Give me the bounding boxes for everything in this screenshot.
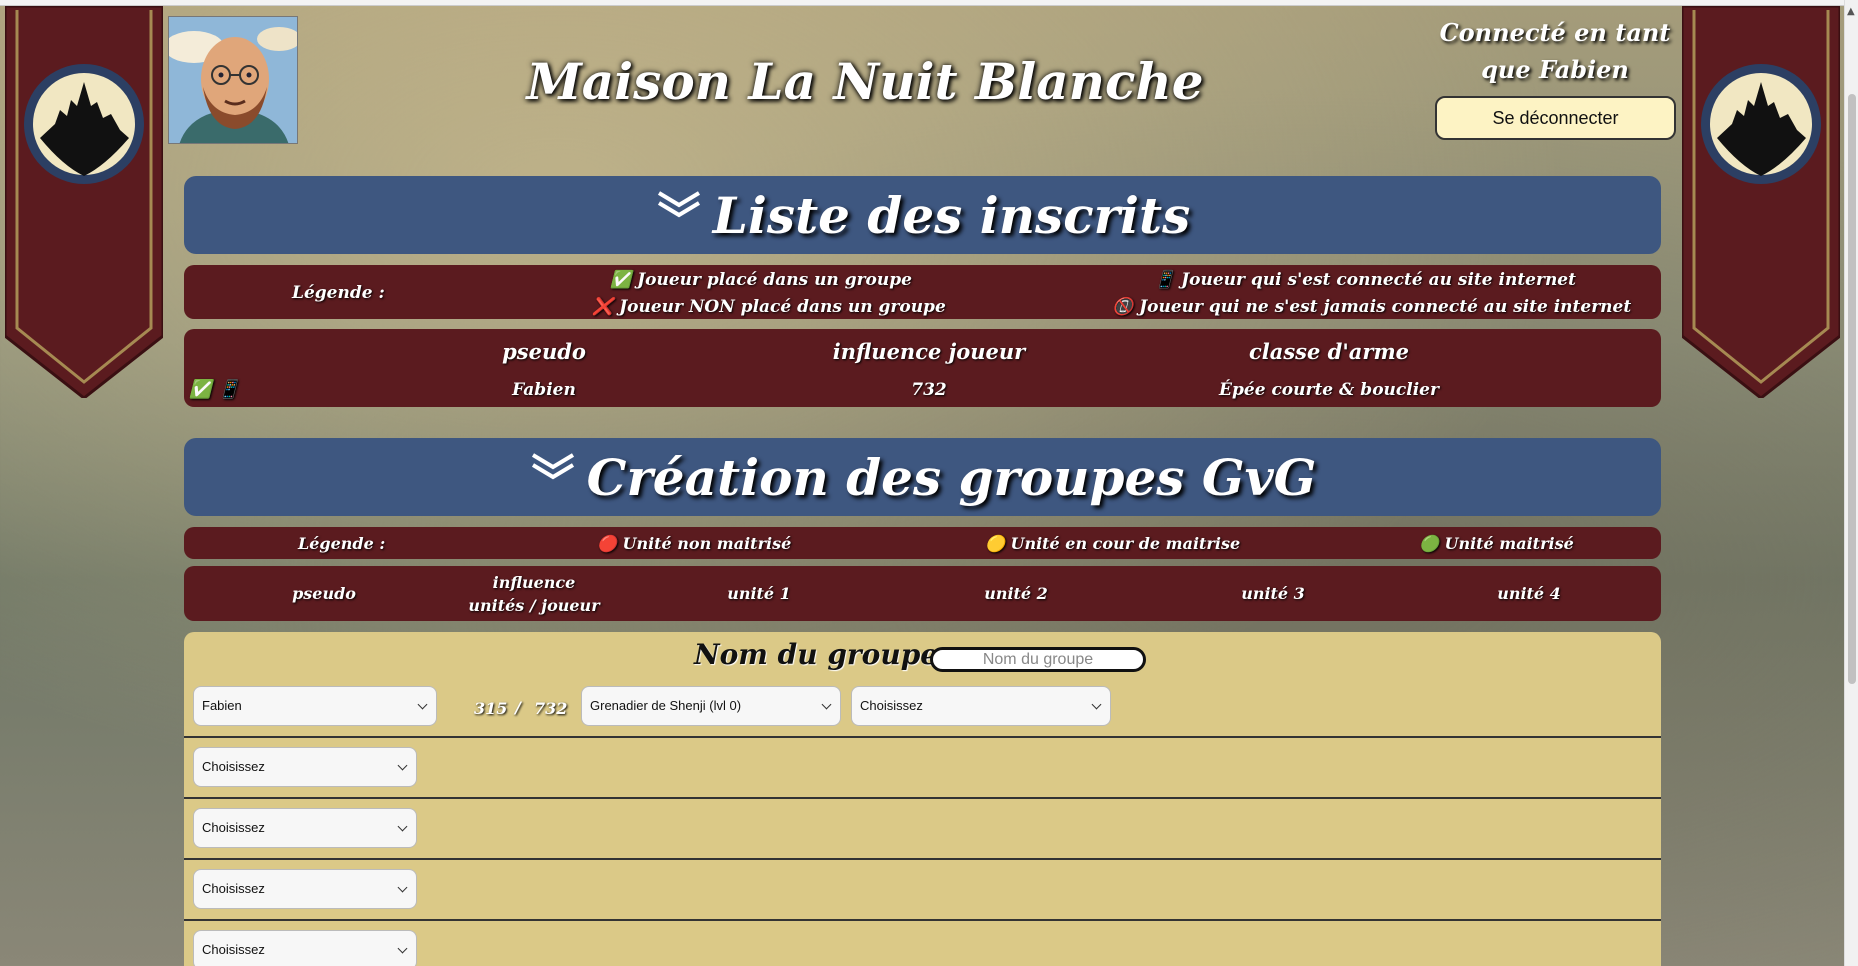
registered-table: pseudo influence joueur classe d'arme ✅ … — [184, 329, 1661, 407]
gvg-column-unit3: unité 3 — [1241, 584, 1305, 603]
logout-button[interactable]: Se déconnecter — [1435, 96, 1676, 140]
row-influence: 732 — [911, 380, 947, 400]
gvg-column-unit1: unité 1 — [727, 584, 791, 603]
unit2-select[interactable]: Choisissez — [851, 686, 1111, 726]
gvg-column-influence-line2: unités / joueur — [468, 596, 600, 615]
row-weapon-class: Épée courte & bouclier — [1219, 380, 1439, 400]
legend-placed: ✅ Joueur placé dans un groupe — [610, 270, 912, 290]
row-status-icons: ✅ 📱 — [189, 379, 241, 400]
logged-in-as-text: Connecté en tant que Fabien — [1439, 18, 1671, 84]
group-name-label: Nom du groupe : — [694, 638, 959, 671]
group-builder: Nom du groupe : Nom du groupe Fabien 315… — [184, 632, 1661, 966]
chevron-down-icon — [531, 453, 574, 480]
legend-unit-mastered: 🟢 Unité maitrisé — [1419, 534, 1574, 553]
vertical-scrollbar[interactable]: ▲ — [1844, 0, 1858, 966]
legend-never-connected: 📵 Joueur qui ne s'est jamais connecté au… — [1112, 297, 1632, 317]
gvg-legend: Légende : 🔴 Unité non maitrisé 🟡 Unité e… — [184, 527, 1661, 559]
row-divider — [184, 858, 1661, 860]
heraldic-banner-left-icon — [5, 6, 163, 398]
column-header-weapon-class: classe d'arme — [1248, 339, 1410, 364]
legend-connected: 📱 Joueur qui s'est connecté au site inte… — [1154, 270, 1576, 290]
user-avatar — [168, 16, 298, 144]
player-select[interactable]: Choisissez — [193, 808, 417, 848]
player-select[interactable]: Fabien — [193, 686, 437, 726]
registered-section-header[interactable]: Liste des inscrits — [184, 176, 1661, 254]
scrollbar-thumb[interactable] — [1848, 94, 1856, 684]
unit1-select[interactable]: Grenadier de Shenji (lvl 0) — [581, 686, 841, 726]
legend-not-placed: ❌ Joueur NON placé dans un groupe — [592, 297, 946, 317]
legend-unit-not-mastered: 🔴 Unité non maitrisé — [597, 534, 792, 553]
legend-unit-in-progress: 🟡 Unité en cour de maitrise — [985, 534, 1241, 553]
row-divider — [184, 797, 1661, 799]
gvg-section-title: Création des groupes GvG — [586, 447, 1317, 507]
browser-top-edge — [0, 0, 1858, 6]
site-title: Maison La Nuit Blanche — [526, 52, 1204, 111]
row-divider — [184, 919, 1661, 921]
influence-separator: / — [515, 698, 521, 717]
gvg-columns-header: pseudo influence unités / joueur unité 1… — [184, 566, 1661, 621]
registered-legend: Légende : ✅ Joueur placé dans un groupe … — [184, 265, 1661, 319]
player-select[interactable]: Choisissez — [193, 747, 417, 787]
player-influence-value: 732 — [534, 699, 568, 718]
gvg-section-header[interactable]: Création des groupes GvG — [184, 438, 1661, 516]
gvg-column-unit4: unité 4 — [1497, 584, 1561, 603]
chevron-down-icon — [657, 191, 700, 218]
group-name-input[interactable]: Nom du groupe — [930, 647, 1146, 672]
gvg-column-unit2: unité 2 — [984, 584, 1048, 603]
column-header-pseudo: pseudo — [502, 339, 586, 364]
units-influence-value: 315 — [474, 699, 508, 718]
player-select[interactable]: Choisissez — [193, 869, 417, 909]
row-divider — [184, 736, 1661, 738]
gvg-legend-label: Légende : — [298, 534, 386, 553]
legend-label: Légende : — [292, 283, 385, 303]
registered-section-title: Liste des inscrits — [712, 185, 1191, 245]
row-pseudo: Fabien — [512, 380, 576, 400]
gvg-column-pseudo: pseudo — [292, 584, 356, 603]
gvg-column-influence-line1: influence — [492, 573, 576, 592]
heraldic-banner-right-icon — [1682, 6, 1840, 398]
player-select[interactable]: Choisissez — [193, 930, 417, 966]
column-header-influence: influence joueur — [832, 339, 1026, 364]
scroll-up-arrow-icon[interactable]: ▲ — [1847, 6, 1855, 17]
